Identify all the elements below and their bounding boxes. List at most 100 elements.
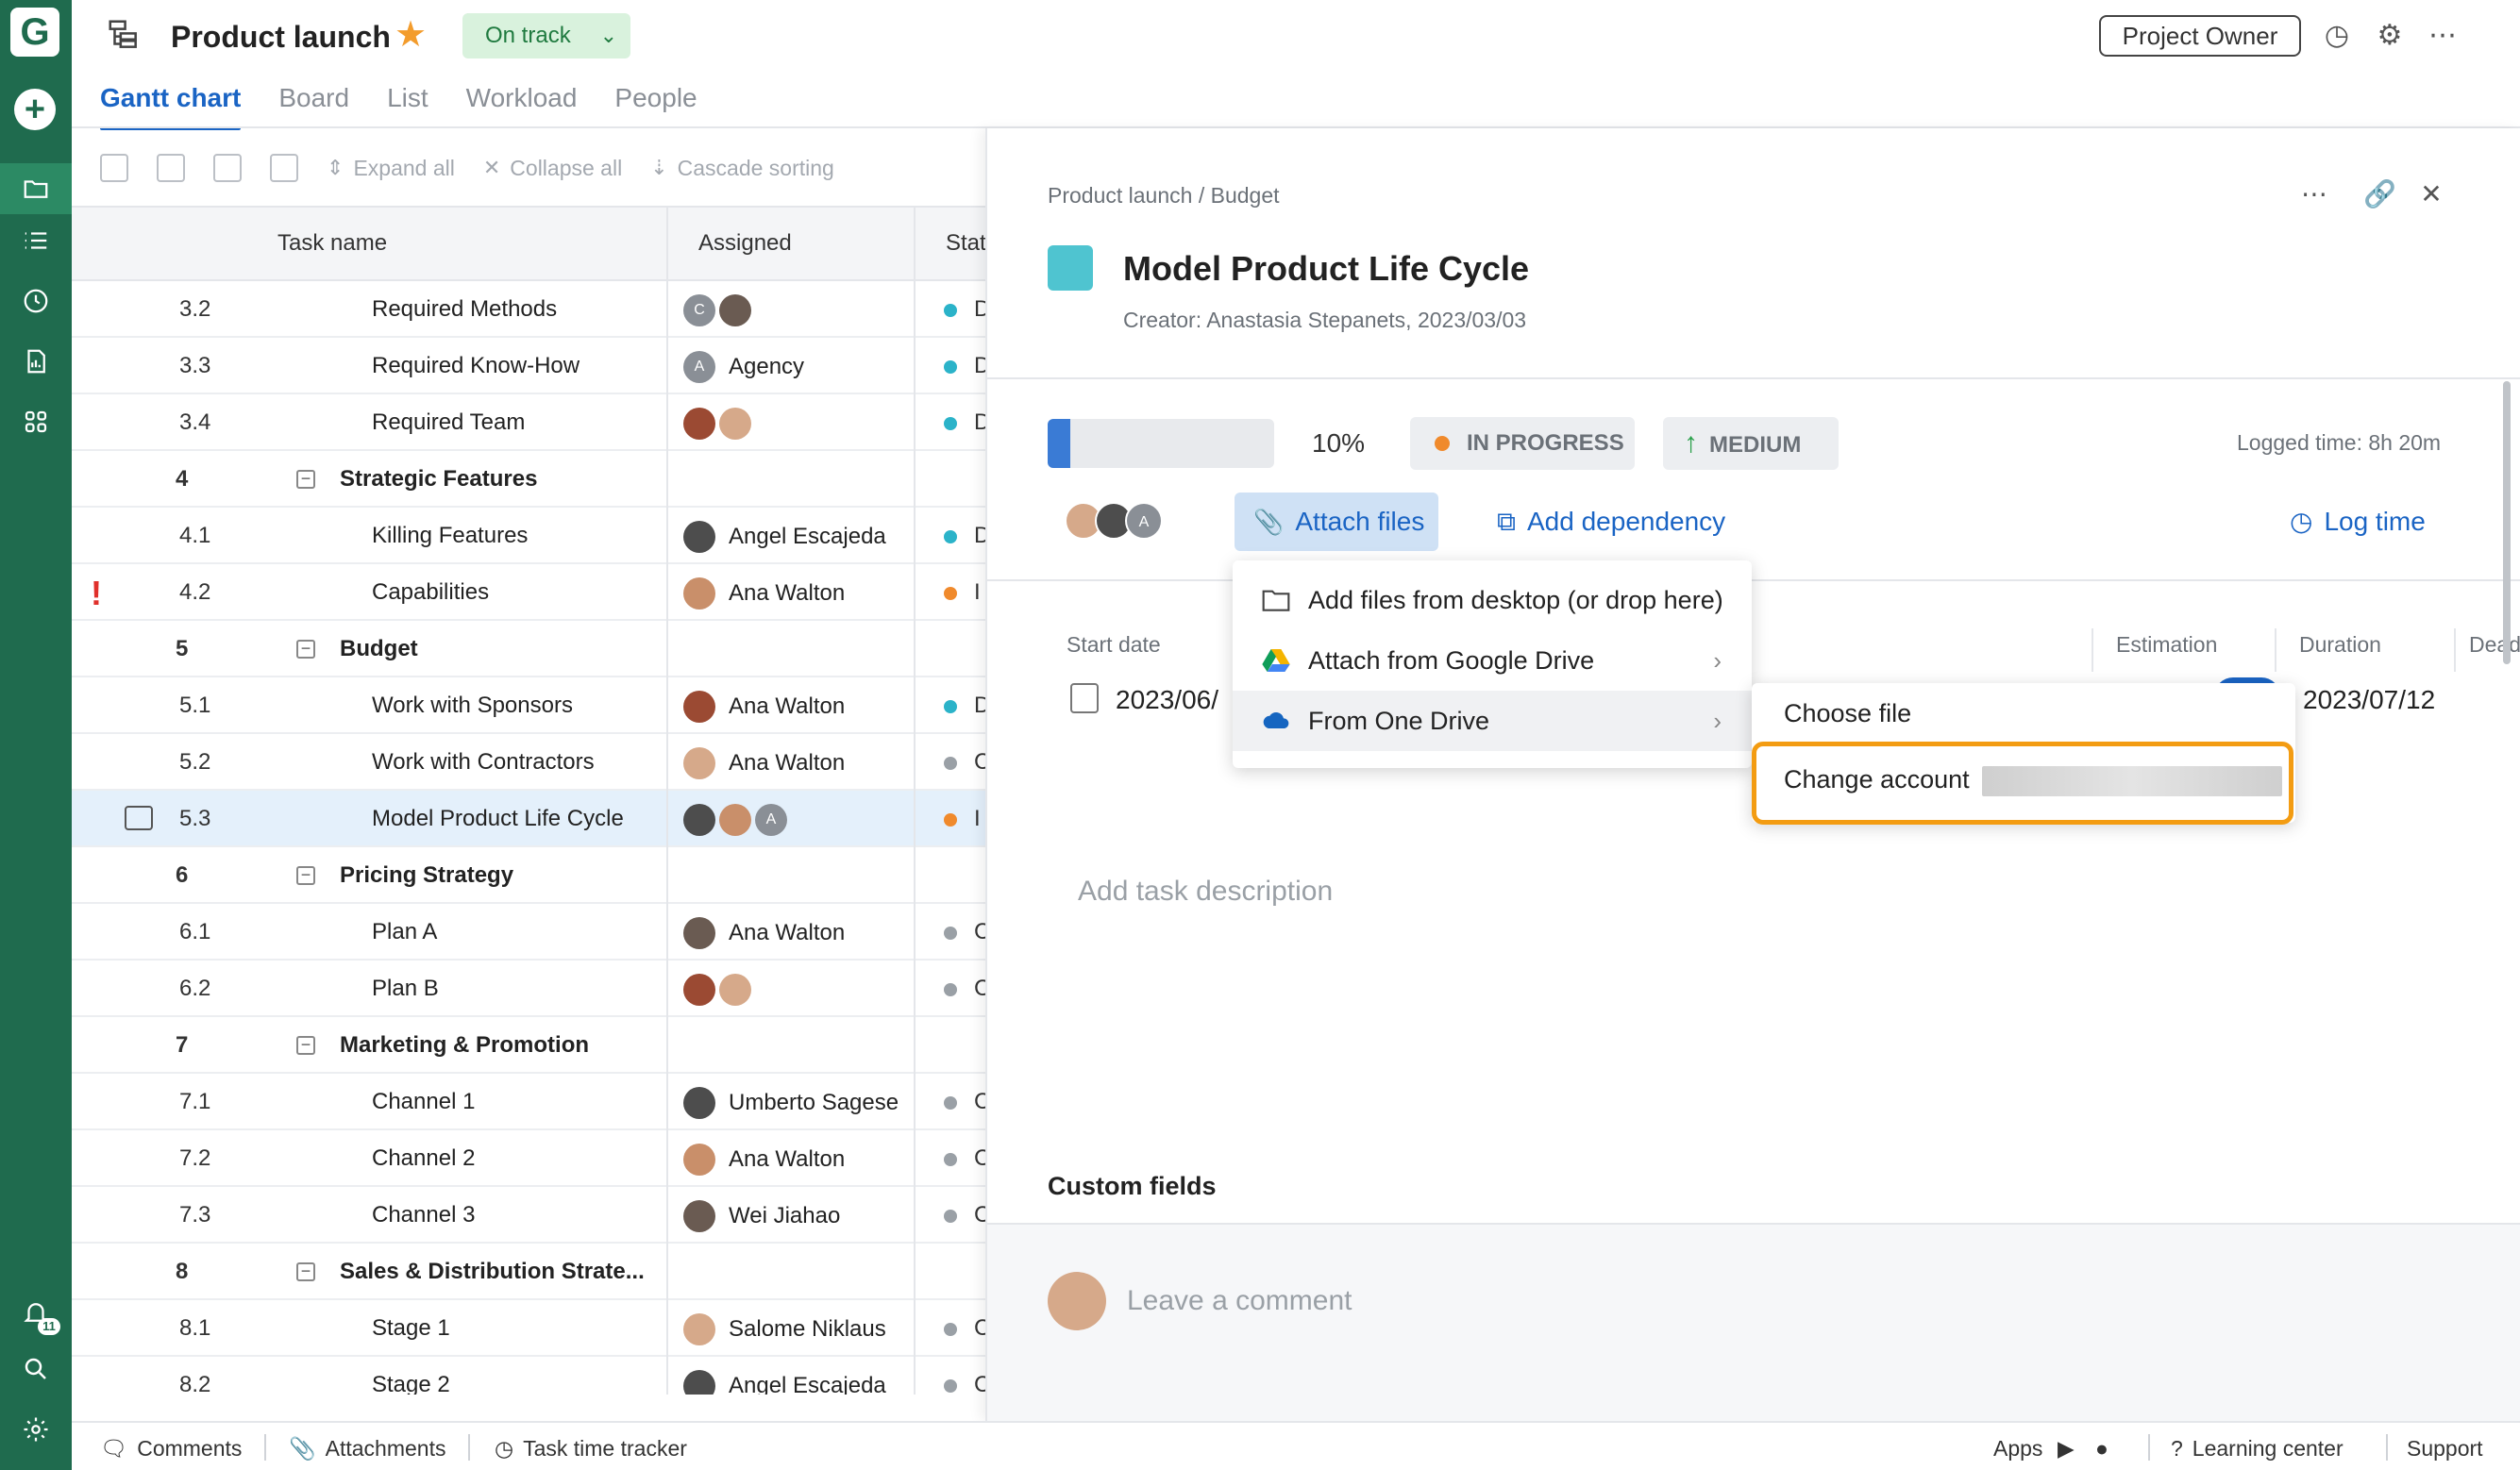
comment-input[interactable]: Leave a comment — [1127, 1285, 1352, 1317]
panel-scrollbar[interactable] — [2503, 381, 2511, 664]
gear-icon[interactable]: ⚙ — [2373, 19, 2407, 53]
task-name[interactable]: Stage 1 — [372, 1315, 450, 1342]
column-header-assigned[interactable]: Assigned — [698, 230, 792, 257]
submenu-item-choose-file[interactable]: Choose file — [1752, 685, 2295, 742]
tab-board[interactable]: Board — [278, 79, 349, 126]
task-name[interactable]: Required Know-How — [372, 353, 580, 379]
search-nav[interactable] — [0, 1344, 72, 1395]
apple-icon[interactable]: ● — [2095, 1436, 2108, 1462]
assignee-cell[interactable]: Wei Jiahao — [683, 1200, 840, 1232]
table-row[interactable]: 6.1 Plan A Ana Walton C — [72, 904, 985, 961]
table-row[interactable]: ! 4.2 Capabilities Ana Walton I — [72, 564, 985, 621]
assignee-cell[interactable] — [683, 974, 755, 1006]
collapse-toggle-icon[interactable]: − — [296, 1036, 315, 1055]
history-icon[interactable]: ◷ — [2320, 19, 2354, 53]
table-row[interactable]: 4.1 Killing Features Angel Escajeda D — [72, 508, 985, 564]
task-title[interactable]: Model Product Life Cycle — [1123, 249, 1529, 289]
task-name[interactable]: Work with Sponsors — [372, 693, 573, 719]
task-name[interactable]: Channel 1 — [372, 1089, 475, 1115]
close-icon[interactable]: ✕ — [2416, 179, 2446, 209]
task-time-tracker-button[interactable]: ◷ Task time tracker — [495, 1436, 687, 1462]
column-header-status[interactable]: Stat — [946, 230, 985, 257]
more-options-icon[interactable]: ⋯ — [2426, 19, 2460, 53]
table-group-row[interactable]: 8 − Sales & Distribution Strate... — [72, 1244, 985, 1300]
task-name[interactable]: Capabilities — [372, 579, 489, 606]
comments-button[interactable]: 🗨 Comments — [100, 1436, 242, 1462]
assignee-cell[interactable]: Ana Walton — [683, 747, 845, 779]
table-row[interactable]: 5.2 Work with Contractors Ana Walton C — [72, 734, 985, 791]
table-row[interactable]: 7.3 Channel 3 Wei Jiahao C — [72, 1187, 985, 1244]
task-name[interactable]: Channel 2 — [372, 1145, 475, 1172]
indent-icon[interactable] — [270, 154, 298, 182]
add-dependency-button[interactable]: ⧉ Add dependency — [1497, 493, 1725, 551]
add-subtask-icon[interactable] — [213, 154, 242, 182]
task-description-input[interactable]: Add task description — [1078, 876, 1333, 908]
task-name[interactable]: Model Product Life Cycle — [372, 806, 624, 832]
collapse-toggle-icon[interactable]: − — [296, 1262, 315, 1281]
menu-item-one-drive[interactable]: From One Drive › — [1233, 691, 1752, 751]
assignee-cell[interactable]: Salome Niklaus — [683, 1313, 886, 1345]
table-row[interactable]: 5.3 Model Product Life Cycle A I — [72, 791, 985, 847]
task-name[interactable]: Work with Contractors — [372, 749, 595, 776]
task-name[interactable]: Stage 2 — [372, 1372, 450, 1395]
assignee-cell[interactable]: A — [683, 804, 791, 836]
assignee-cell[interactable]: A Agency — [683, 351, 804, 383]
select-all-checkbox-icon[interactable] — [100, 154, 128, 182]
google-play-icon[interactable]: ▶ — [2058, 1436, 2075, 1462]
table-group-row[interactable]: 6 − Pricing Strategy — [72, 847, 985, 904]
link-icon[interactable]: 🔗 — [2363, 179, 2396, 209]
table-row[interactable]: 6.2 Plan B C — [72, 961, 985, 1017]
log-time-button[interactable]: ◷ Log time — [2290, 493, 2426, 551]
comment-icon[interactable] — [125, 806, 153, 830]
table-group-row[interactable]: 5 − Budget — [72, 621, 985, 677]
apps-nav[interactable] — [0, 396, 72, 447]
assignee-cell[interactable]: Umberto Sagese — [683, 1087, 899, 1119]
projects-nav[interactable] — [0, 163, 72, 214]
assignee-cell[interactable]: Angel Escajeda — [683, 521, 886, 553]
assignee-cell[interactable]: Ana Walton — [683, 577, 845, 610]
column-header-task-name[interactable]: Task name — [277, 230, 387, 257]
menu-item-google-drive[interactable]: Attach from Google Drive › — [1233, 630, 1752, 691]
table-row[interactable]: 8.1 Stage 1 Salome Niklaus C — [72, 1300, 985, 1357]
progress-bar[interactable] — [1048, 419, 1274, 468]
tab-list[interactable]: List — [387, 79, 428, 126]
reports-nav[interactable] — [0, 336, 72, 387]
task-name[interactable]: Pricing Strategy — [340, 862, 513, 889]
table-row[interactable]: 5.1 Work with Sponsors Ana Walton D — [72, 677, 985, 734]
expand-all-button[interactable]: ⇕ Expand all — [327, 156, 455, 181]
learning-center-button[interactable]: ? Learning center — [2171, 1436, 2344, 1462]
add-task-icon[interactable] — [157, 154, 185, 182]
table-row[interactable]: 3.4 Required Team D — [72, 394, 985, 451]
breadcrumb[interactable]: Product launch / Budget — [1048, 183, 1280, 209]
settings-nav[interactable] — [0, 1404, 72, 1455]
tab-gantt-chart[interactable]: Gantt chart — [100, 79, 242, 130]
attachments-button[interactable]: 📎 Attachments — [289, 1436, 445, 1462]
table-row[interactable]: 8.2 Stage 2 Angel Escajeda C — [72, 1357, 985, 1395]
favorite-star-icon[interactable]: ★ — [395, 15, 427, 55]
assignee-cell[interactable]: Ana Walton — [683, 917, 845, 949]
time-nav[interactable] — [0, 276, 72, 326]
list-nav[interactable] — [0, 215, 72, 266]
table-row[interactable]: 3.3 Required Know-How A Agency D — [72, 338, 985, 394]
more-options-icon[interactable]: ⋯ — [2299, 179, 2329, 209]
tab-workload[interactable]: Workload — [466, 79, 578, 126]
calendar-icon[interactable] — [1070, 683, 1099, 713]
task-name[interactable]: Killing Features — [372, 523, 528, 549]
task-status-pill[interactable]: IN PROGRESS — [1410, 417, 1635, 470]
assignee-cell[interactable]: Angel Escajeda — [683, 1370, 886, 1395]
cascade-sorting-button[interactable]: ⇣ Cascade sorting — [650, 156, 834, 181]
task-name[interactable]: Strategic Features — [340, 466, 537, 493]
assignee-cell[interactable]: C — [683, 294, 755, 326]
assignee-cell[interactable]: Ana Walton — [683, 691, 845, 723]
task-name[interactable]: Required Team — [372, 409, 525, 436]
attach-files-button[interactable]: 📎 Attach files — [1235, 493, 1438, 551]
task-name[interactable]: Plan B — [372, 976, 439, 1002]
assignee-cell[interactable] — [683, 408, 755, 440]
table-row[interactable]: 7.1 Channel 1 Umberto Sagese C — [72, 1074, 985, 1130]
deadline-value[interactable]: 2023/07/12 — [2303, 685, 2435, 715]
collapse-all-button[interactable]: ✕ Collapse all — [483, 156, 622, 181]
create-new-button[interactable]: + — [14, 89, 56, 130]
start-date-value[interactable]: 2023/06/ — [1116, 685, 1218, 715]
table-group-row[interactable]: 4 − Strategic Features — [72, 451, 985, 508]
task-name[interactable]: Plan A — [372, 919, 437, 945]
